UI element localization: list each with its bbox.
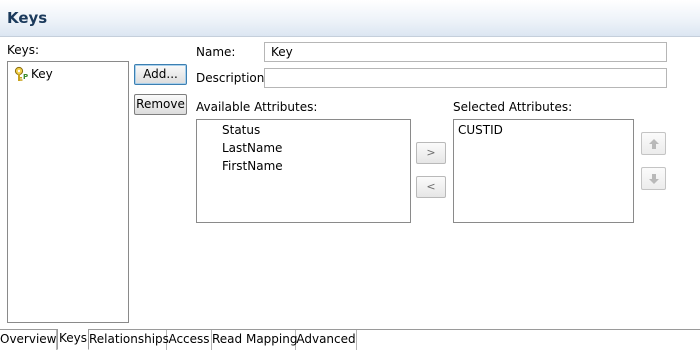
add-attribute-button[interactable]: > (416, 142, 446, 164)
list-item[interactable]: LastName (222, 141, 282, 155)
list-item[interactable]: CUSTID (458, 123, 503, 137)
keys-list[interactable]: P Key (7, 61, 129, 323)
keys-label: Keys: (7, 43, 40, 57)
svg-text:P: P (23, 73, 28, 81)
arrow-up-icon (648, 138, 659, 149)
move-down-button[interactable] (641, 167, 666, 190)
tab-access[interactable]: Access (167, 330, 212, 350)
editor-tab-bar: Overview Keys Relationships Access Read … (0, 329, 700, 351)
description-label: Description: (196, 71, 269, 85)
selected-attributes-label: Selected Attributes: (453, 100, 573, 114)
available-attributes-label: Available Attributes: (196, 100, 318, 114)
name-field[interactable]: Key (264, 42, 667, 62)
remove-attribute-button[interactable]: < (416, 176, 446, 198)
page-header: Keys (0, 0, 700, 37)
move-up-button[interactable] (641, 132, 666, 155)
tab-keys[interactable]: Keys (57, 329, 89, 350)
tab-overview[interactable]: Overview (0, 330, 57, 350)
key-item-label: Key (31, 67, 53, 81)
selected-attributes-list[interactable]: CUSTID (453, 119, 634, 223)
tab-advanced[interactable]: Advanced (296, 330, 357, 350)
page-title: Keys (7, 9, 48, 27)
remove-button[interactable]: Remove (134, 94, 187, 115)
description-field[interactable] (264, 68, 667, 88)
tab-relationships[interactable]: Relationships (89, 330, 169, 350)
add-button[interactable]: Add... (134, 64, 187, 85)
arrow-down-icon (648, 173, 659, 184)
available-attributes-list[interactable]: Status LastName FirstName (196, 119, 411, 223)
key-icon: P (14, 66, 28, 81)
tab-read-mapping[interactable]: Read Mapping (212, 330, 297, 350)
list-item[interactable]: Status (222, 123, 260, 137)
list-item[interactable]: P Key (14, 66, 53, 82)
name-label: Name: (196, 45, 236, 59)
list-item[interactable]: FirstName (222, 159, 283, 173)
